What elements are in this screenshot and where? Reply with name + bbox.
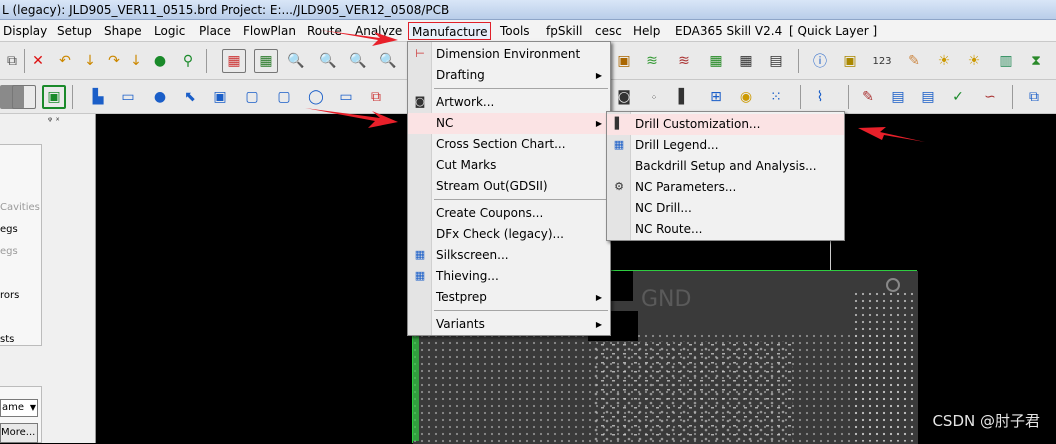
watermark: CSDN @肘子君 [932,412,1040,430]
annotation-arrow [305,108,398,128]
annotation-arrow [320,30,398,46]
annotation-arrow [858,127,925,142]
annotation-arrows [305,30,925,142]
